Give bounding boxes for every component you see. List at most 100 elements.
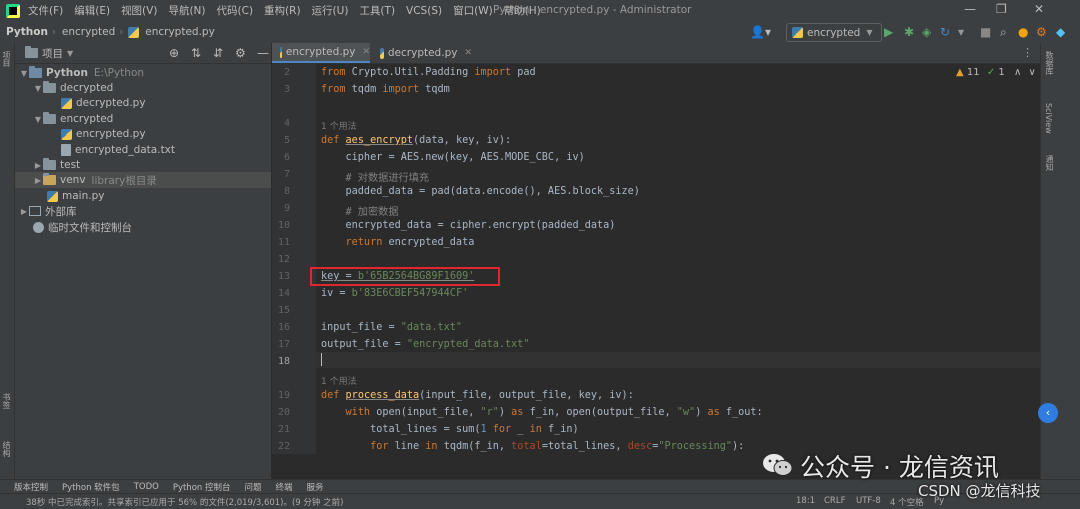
- sciview-tool-tab[interactable]: SciView: [1044, 103, 1053, 134]
- tree-item-venv[interactable]: ▶ venv library根目录: [15, 172, 271, 188]
- tree-item-encrypted-data[interactable]: encrypted_data.txt: [61, 142, 175, 158]
- options-gear-icon[interactable]: ⚙: [235, 46, 246, 60]
- breadcrumb-folder[interactable]: encrypted: [62, 26, 115, 38]
- line-number: 2: [283, 67, 290, 78]
- tree-item-main-py[interactable]: main.py: [47, 188, 104, 204]
- chevron-down-icon[interactable]: ∨: [1028, 67, 1035, 78]
- inspection-widget[interactable]: ▲ 11 ✓ 1 ∧ ∨: [956, 67, 1036, 78]
- code-line-3: from tqdm import tqdm: [321, 84, 450, 95]
- project-panel-header: 项目 ▼ ⊕ ⇅ ⇵ ⚙ —: [15, 43, 271, 64]
- warning-icon: ▲: [956, 67, 964, 78]
- breadcrumb-file[interactable]: encrypted.py: [145, 26, 215, 38]
- right-tool-stripe: 数据库 SciView 通知: [1040, 43, 1080, 493]
- menu-run[interactable]: 运行(U): [312, 3, 349, 18]
- menu-edit[interactable]: 编辑(E): [74, 3, 110, 18]
- status-message[interactable]: 38秒 中已完成索引。共享索引已应用于 56% 的文件(2,019/3,601)…: [26, 496, 343, 508]
- close-tab-icon[interactable]: ✕: [464, 48, 472, 58]
- updates-icon[interactable]: ●: [1018, 25, 1028, 39]
- menu-navigate[interactable]: 导航(N): [168, 3, 205, 18]
- bookmarks-tool-tab[interactable]: 书签: [1, 393, 12, 409]
- file-encoding[interactable]: UTF-8: [856, 496, 881, 506]
- menu-view[interactable]: 视图(V): [121, 3, 157, 18]
- stop-icon[interactable]: ■: [980, 25, 991, 39]
- coverage-icon[interactable]: ◈: [922, 25, 931, 39]
- structure-tool-tab[interactable]: 结构: [1, 441, 12, 457]
- search-icon[interactable]: ⌕: [1000, 25, 1007, 40]
- tree-item-external-libraries[interactable]: ▶ 外部库: [19, 203, 77, 219]
- tree-item-decrypted-py[interactable]: decrypted.py: [61, 95, 146, 111]
- close-tab-icon[interactable]: ✕: [362, 47, 370, 57]
- profile-icon[interactable]: ↻: [940, 25, 950, 39]
- usage-hint[interactable]: 1 个用法: [321, 119, 357, 132]
- menu-file[interactable]: 文件(F): [28, 3, 63, 18]
- editor-tabs: encrypted.py ✕ decrypted.py ✕ ⋮: [272, 43, 1040, 64]
- code-editor[interactable]: from Crypto.Util.Padding import pad from…: [316, 64, 1040, 454]
- hide-panel-icon[interactable]: —: [257, 46, 269, 60]
- code-line-16: input_file = "data.txt": [321, 322, 463, 333]
- collapse-all-icon[interactable]: ⇅: [191, 46, 201, 60]
- code-line-11: return encrypted_data: [321, 237, 475, 248]
- breadcrumb-project[interactable]: Python: [6, 26, 48, 38]
- line-number: 4: [283, 118, 290, 129]
- expand-icon[interactable]: ⇵: [213, 46, 223, 60]
- collapsed-arrow-icon: ▶: [20, 206, 28, 216]
- menu-tools[interactable]: 工具(T): [359, 3, 395, 18]
- tab-options-icon[interactable]: ⋮: [1022, 46, 1033, 59]
- tool-python-packages[interactable]: Python 软件包: [62, 481, 120, 493]
- tool-services[interactable]: 服务: [307, 481, 324, 493]
- plugin-icon[interactable]: ◆: [1056, 25, 1065, 39]
- menu-code[interactable]: 代码(C): [217, 3, 254, 18]
- run-config-selector[interactable]: encrypted ▼: [786, 23, 882, 42]
- user-icon[interactable]: 👤▾: [750, 25, 771, 39]
- locate-file-icon[interactable]: ⊕: [169, 46, 179, 60]
- pycharm-logo-icon: [6, 3, 20, 18]
- maximize-button[interactable]: ❐: [996, 2, 1007, 16]
- text-file-icon: [61, 144, 71, 156]
- tree-item-decrypted[interactable]: ▼ decrypted: [33, 80, 113, 96]
- caret-position[interactable]: 18:1: [796, 496, 815, 506]
- run-config-name: encrypted: [807, 26, 861, 39]
- minimize-button[interactable]: —: [964, 2, 976, 16]
- tree-item-encrypted[interactable]: ▼ encrypted: [33, 111, 113, 127]
- chevron-down-icon[interactable]: ▼: [67, 49, 73, 58]
- tool-todo[interactable]: TODO: [134, 482, 159, 492]
- collapse-arrow-icon[interactable]: ‹: [1038, 403, 1058, 423]
- database-tool-tab[interactable]: 数据库: [1044, 51, 1055, 75]
- tree-item-test[interactable]: ▶ test: [33, 157, 80, 173]
- more-actions-icon[interactable]: ▾: [958, 25, 964, 39]
- line-number: 12: [277, 254, 290, 265]
- notifications-tool-tab[interactable]: 通知: [1044, 155, 1055, 171]
- wechat-logo-icon: [763, 454, 793, 476]
- menu-refactor[interactable]: 重构(R): [264, 3, 301, 18]
- tool-terminal[interactable]: 终端: [276, 481, 293, 493]
- python-file-icon: [128, 26, 140, 38]
- debug-icon[interactable]: ✱: [904, 25, 914, 39]
- menu-vcs[interactable]: VCS(S): [406, 5, 442, 17]
- close-window-button[interactable]: ✕: [1034, 2, 1044, 16]
- usage-hint[interactable]: 1 个用法: [321, 374, 357, 387]
- menu-window[interactable]: 窗口(W): [453, 3, 493, 18]
- settings-icon[interactable]: ⚙: [1036, 25, 1047, 39]
- run-icon[interactable]: ▶: [884, 25, 893, 39]
- tree-item-root[interactable]: ▼ Python E:\Python: [19, 65, 144, 81]
- line-number: 22: [277, 441, 290, 452]
- line-number: 6: [283, 152, 290, 163]
- tree-label: main.py: [62, 190, 105, 202]
- chevron-up-icon[interactable]: ∧: [1014, 67, 1021, 78]
- expanded-arrow-icon: ▼: [34, 83, 42, 93]
- ok-count: 1: [998, 67, 1005, 78]
- tab-encrypted-py[interactable]: encrypted.py ✕: [272, 43, 370, 63]
- tree-label: decrypted: [60, 82, 114, 94]
- line-number: 16: [277, 322, 290, 333]
- line-separator[interactable]: CRLF: [824, 496, 845, 506]
- tree-item-encrypted-py[interactable]: encrypted.py: [61, 126, 146, 142]
- tool-python-console[interactable]: Python 控制台: [173, 481, 231, 493]
- tab-decrypted-py[interactable]: decrypted.py ✕: [376, 43, 472, 63]
- project-panel-title[interactable]: 项目: [42, 46, 63, 61]
- tree-label: test: [60, 159, 81, 171]
- tree-item-scratches[interactable]: 临时文件和控制台: [33, 219, 132, 235]
- tree-label: venv: [60, 174, 86, 186]
- tool-problems[interactable]: 问题: [244, 481, 261, 493]
- tool-version-control[interactable]: 版本控制: [14, 481, 48, 493]
- project-tool-tab[interactable]: 项目: [1, 51, 12, 67]
